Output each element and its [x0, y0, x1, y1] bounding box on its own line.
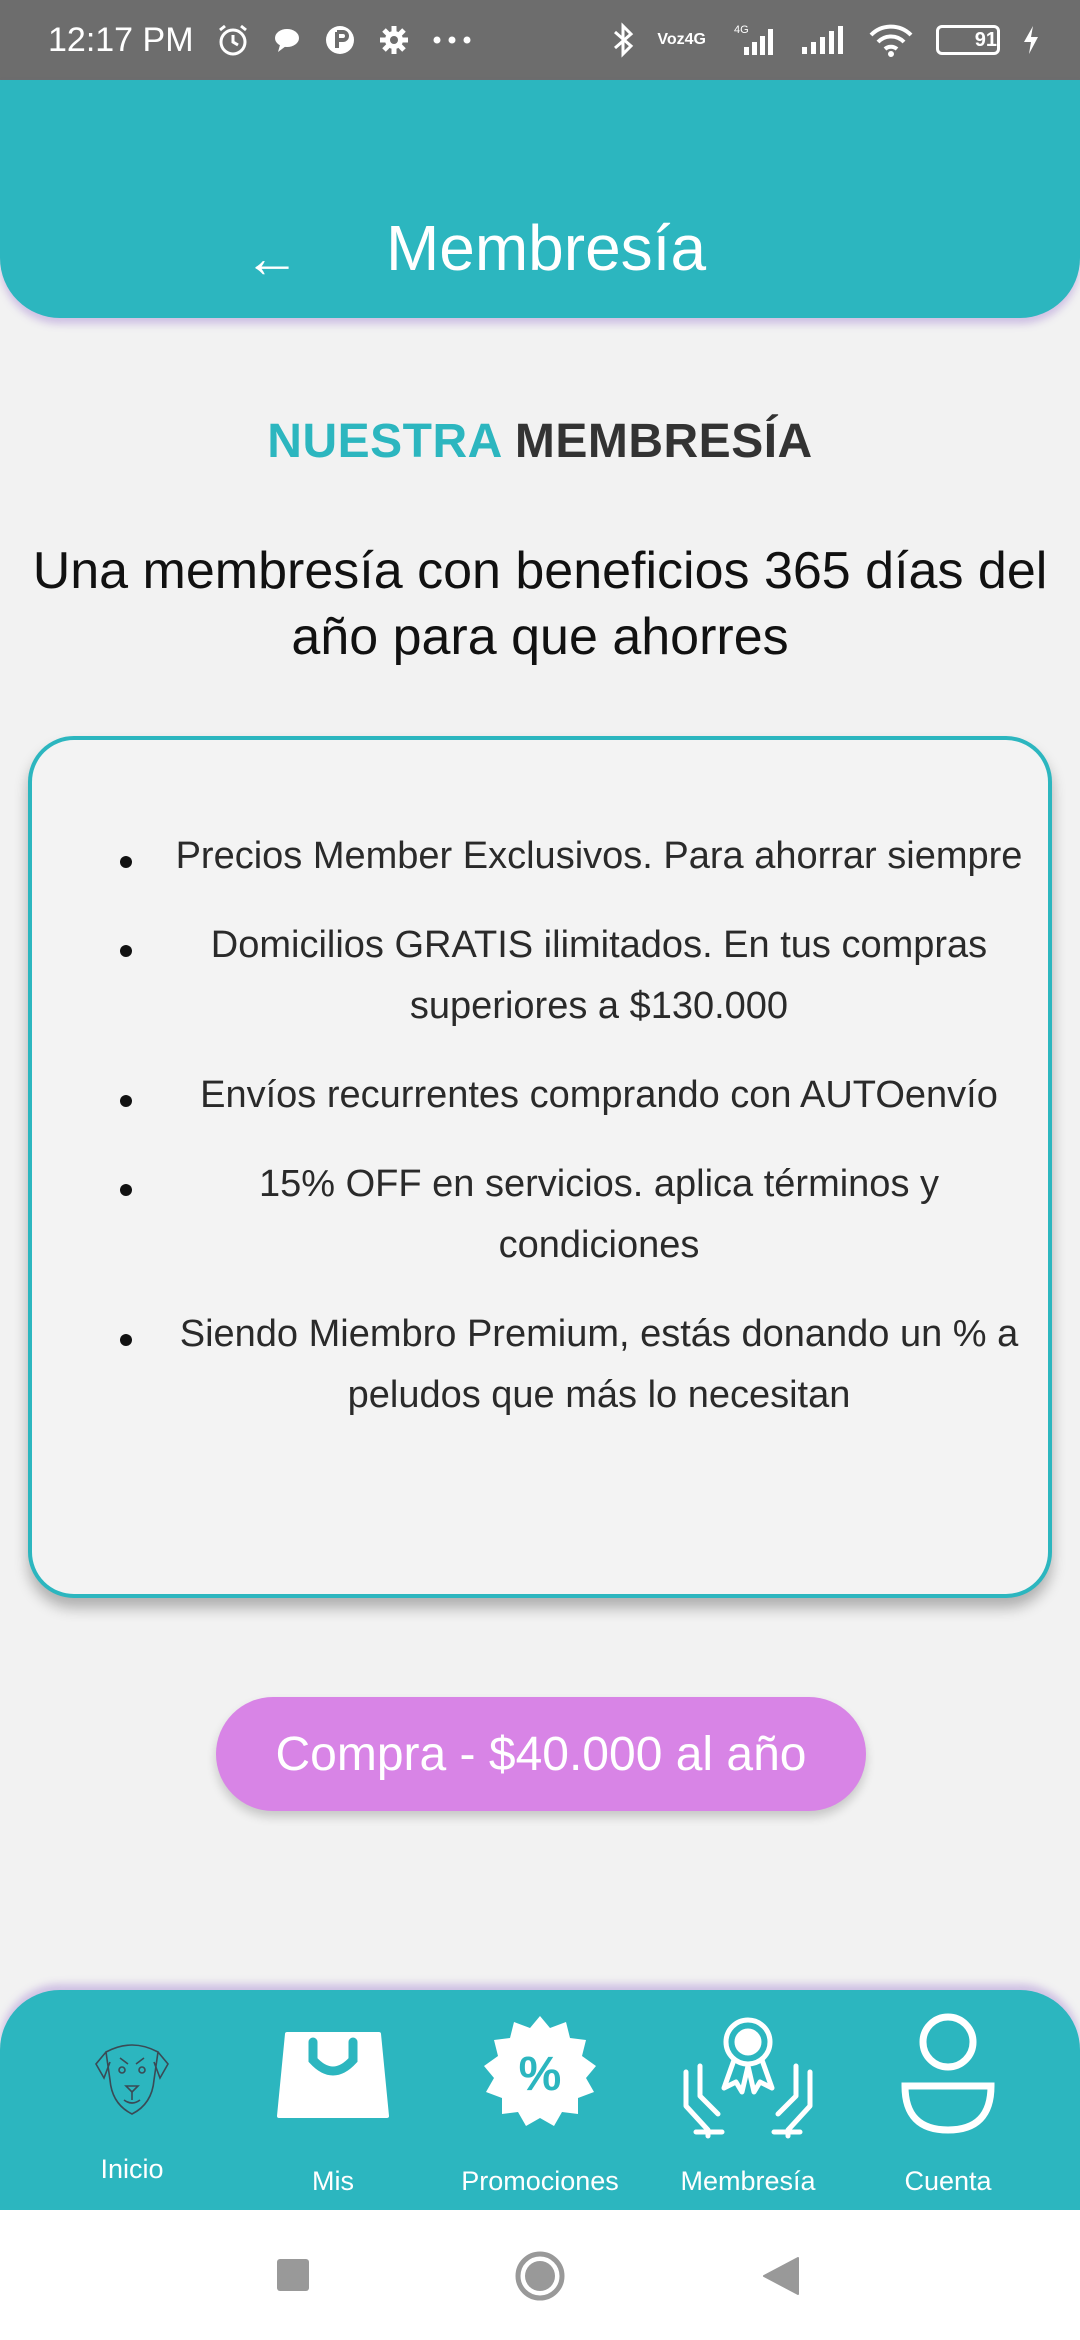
signal-strength-icon: 4G	[728, 23, 778, 57]
signal-strength-2-icon	[800, 25, 846, 55]
bullet-icon	[120, 856, 132, 868]
section-heading: NUESTRA MEMBRESÍA	[0, 414, 1080, 469]
membership-subtitle: Una membresía con beneficios 365 días de…	[32, 542, 1048, 666]
signal-label: 4G	[734, 24, 749, 36]
dog-icon	[90, 2034, 174, 2125]
app-header: ← Membresía	[0, 80, 1080, 318]
nav-item-promociones[interactable]: % Promociones	[452, 1990, 628, 2210]
benefit-item: 15% OFF en servicios. aplica términos y …	[32, 1154, 1048, 1276]
alarm-icon	[216, 23, 250, 57]
page-title: Membresía	[385, 212, 707, 284]
nav-item-cuenta[interactable]: Cuenta	[880, 1990, 1016, 2210]
home-button-icon[interactable]	[514, 2250, 566, 2307]
status-right: Voz 4G 4G 91	[611, 22, 1040, 58]
recent-apps-icon[interactable]	[276, 2258, 310, 2297]
battery-icon: 91	[936, 25, 1000, 55]
svg-text:%: %	[519, 2048, 562, 2101]
nav-label: Promociones	[461, 2166, 619, 2196]
nav-item-mis[interactable]: Mis	[258, 1990, 408, 2210]
status-left: 12:17 PM	[48, 21, 472, 60]
discount-badge-icon: %	[478, 2012, 602, 2141]
bullet-icon	[120, 1184, 132, 1196]
benefit-item: Domicilios GRATIS ilimitados. En tus com…	[32, 915, 1048, 1037]
status-time: 12:17 PM	[48, 20, 194, 59]
bottom-nav: Inicio Mis % Promociones Membresía Cuent…	[0, 1990, 1080, 2210]
benefit-item: Envíos recurrentes comprando con AUTOenv…	[32, 1065, 1048, 1126]
benefit-text: Domicilios GRATIS ilimitados. En tus com…	[210, 924, 988, 1027]
nav-label: Inicio	[100, 2154, 164, 2184]
benefits-card: Precios Member Exclusivos. Para ahorrar …	[28, 736, 1052, 1598]
benefit-text: Siendo Miembro Premium, estás donando un…	[179, 1313, 1019, 1416]
benefit-item: Precios Member Exclusivos. Para ahorrar …	[32, 826, 1048, 887]
heading-main: MEMBRESÍA	[514, 415, 813, 468]
benefit-text: Precios Member Exclusivos. Para ahorrar …	[175, 835, 1023, 877]
benefit-text: 15% OFF en servicios. aplica términos y …	[258, 1163, 939, 1266]
heading-accent: NUESTRA	[267, 415, 502, 468]
settings-gear-icon	[378, 24, 410, 56]
nav-label: Mis	[312, 2166, 354, 2196]
charging-bolt-icon	[1022, 25, 1040, 55]
status-bar: 12:17 PM Voz 4G 4G 91	[0, 0, 1080, 80]
bullet-icon	[120, 1334, 132, 1346]
nav-label: Cuenta	[904, 2166, 992, 2196]
system-nav-bar	[0, 2210, 1080, 2340]
back-triangle-icon[interactable]	[762, 2256, 800, 2301]
bullet-icon	[120, 1095, 132, 1107]
voz-label: Voz	[657, 31, 685, 48]
voz-4g-icon: Voz 4G	[657, 32, 706, 48]
bluetooth-icon	[611, 22, 635, 58]
wifi-icon	[868, 23, 914, 57]
battery-level: 91	[974, 28, 997, 51]
award-hands-icon	[678, 2008, 818, 2145]
chat-bubble-icon	[272, 25, 302, 55]
benefit-text: Envíos recurrentes comprando con AUTOenv…	[200, 1074, 998, 1116]
more-dots-icon	[432, 35, 472, 45]
nav-item-membresia[interactable]: Membresía	[664, 1990, 832, 2210]
network-label: 4G	[684, 31, 706, 48]
nav-item-inicio[interactable]: Inicio	[56, 1990, 208, 2210]
user-icon	[899, 2012, 997, 2143]
nav-label: Membresía	[680, 2166, 816, 2196]
buy-membership-button[interactable]: Compra - $40.000 al año	[216, 1697, 866, 1811]
shopping-bag-icon	[273, 2016, 393, 2127]
app-notification-icon	[324, 24, 356, 56]
bullet-icon	[120, 945, 132, 957]
benefit-item: Siendo Miembro Premium, estás donando un…	[32, 1304, 1048, 1426]
